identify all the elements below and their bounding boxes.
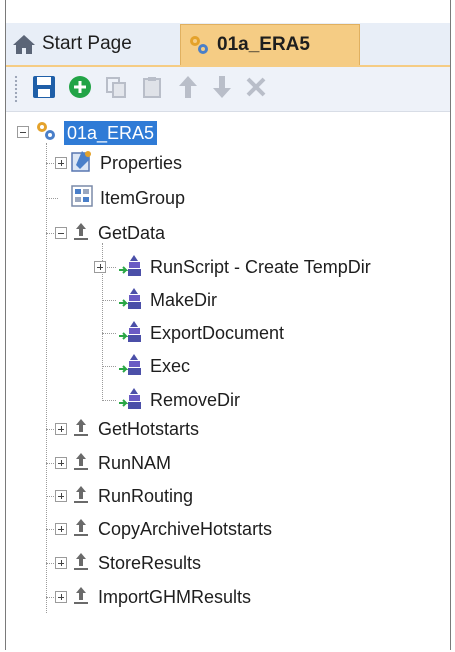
tree-node-target-label: RunRouting [98, 485, 194, 506]
tab-start-page-label: Start Page [42, 33, 132, 54]
expand-target-toggle[interactable] [55, 457, 67, 469]
collapse-root-toggle[interactable] [17, 126, 29, 138]
expand-target-toggle[interactable] [55, 557, 67, 569]
tree-node-target-label: GetHotstarts [98, 418, 200, 439]
target-icon [70, 416, 92, 443]
target-icon [70, 516, 92, 543]
target-icon [70, 450, 92, 477]
gears-icon [187, 33, 211, 57]
tree-node-itemgroup-label: ItemGroup [100, 187, 186, 208]
tree-node-task[interactable]: ExportDocument [118, 318, 284, 348]
tree-node-target[interactable]: ImportGHMResults [70, 582, 251, 612]
itemgroup-icon [70, 184, 94, 213]
arrow-up-icon [176, 74, 200, 105]
task-icon [118, 252, 144, 283]
tree-node-task-label: ExportDocument [150, 322, 285, 343]
save-icon [31, 74, 57, 105]
move-up-button[interactable] [172, 73, 204, 105]
target-icon [70, 550, 92, 577]
expand-properties-toggle[interactable] [55, 157, 67, 169]
gears-icon [34, 119, 58, 148]
tree-node-target-label: ImportGHMResults [98, 586, 252, 607]
tree-node-task-label: RemoveDir [150, 389, 241, 410]
paste-icon [140, 75, 164, 104]
task-icon [118, 318, 144, 349]
tree-node-target[interactable]: StoreResults [70, 548, 201, 578]
tree-node-target[interactable]: CopyArchiveHotstarts [70, 514, 272, 544]
tree-node-task[interactable]: RemoveDir [118, 385, 240, 415]
copy-icon [104, 75, 128, 104]
paste-button[interactable] [136, 73, 168, 105]
expand-target-toggle[interactable] [55, 423, 67, 435]
task-icon [118, 351, 144, 382]
expand-target-toggle[interactable] [55, 490, 67, 502]
move-down-button[interactable] [206, 73, 238, 105]
delete-button[interactable] [240, 73, 272, 105]
expand-runscript-toggle[interactable] [94, 261, 106, 273]
save-button[interactable] [28, 73, 60, 105]
close-icon [245, 76, 267, 103]
tab-01a-era5-label: 01a_ERA5 [217, 34, 310, 55]
tree-node-task[interactable]: RunScript - Create TempDir [118, 252, 371, 282]
expand-target-toggle[interactable] [55, 591, 67, 603]
tab-start-page[interactable]: Start Page [12, 26, 182, 62]
tree-node-itemgroup[interactable]: ItemGroup [70, 183, 185, 213]
tree-node-target[interactable]: RunNAM [70, 448, 171, 478]
task-icon [118, 285, 144, 316]
target-icon [70, 220, 92, 247]
tree-node-task-label: MakeDir [150, 289, 218, 310]
tree-node-root[interactable]: 01a_ERA5 [34, 118, 158, 148]
tree-node-getdata[interactable]: GetData [70, 218, 165, 248]
copy-button[interactable] [100, 73, 132, 105]
add-icon [67, 74, 93, 105]
project-tree: 01a_ERA5 Properties ItemGroup GetData Ru… [16, 118, 446, 618]
task-icon [118, 385, 144, 416]
properties-icon [70, 149, 94, 178]
toolbar [6, 67, 450, 112]
collapse-getdata-toggle[interactable] [55, 227, 67, 239]
tree-node-task-label: Exec [150, 355, 191, 376]
toolbar-grip[interactable] [14, 75, 18, 103]
target-icon [70, 483, 92, 510]
tree-node-task[interactable]: MakeDir [118, 285, 217, 315]
tree-node-target[interactable]: GetHotstarts [70, 414, 199, 444]
expand-target-toggle[interactable] [55, 523, 67, 535]
tab-01a-era5[interactable]: 01a_ERA5 [180, 24, 360, 65]
target-icon [70, 584, 92, 611]
tree-node-root-label: 01a_ERA5 [64, 121, 158, 145]
tree-node-target-label: RunNAM [98, 452, 172, 473]
tree-node-properties-label: Properties [100, 152, 183, 173]
tree-node-target-label: StoreResults [98, 552, 202, 573]
tree-node-properties[interactable]: Properties [70, 148, 182, 178]
document-tab-strip: Start Page 01a_ERA5 [6, 23, 450, 68]
tree-node-target-label: CopyArchiveHotstarts [98, 518, 273, 539]
tree-node-task-label: RunScript - Create TempDir [150, 256, 371, 277]
add-button[interactable] [64, 73, 96, 105]
tree-node-target[interactable]: RunRouting [70, 481, 193, 511]
arrow-down-icon [210, 74, 234, 105]
tree-node-task[interactable]: Exec [118, 351, 190, 381]
tree-node-getdata-label: GetData [98, 222, 166, 243]
home-icon [12, 33, 36, 55]
